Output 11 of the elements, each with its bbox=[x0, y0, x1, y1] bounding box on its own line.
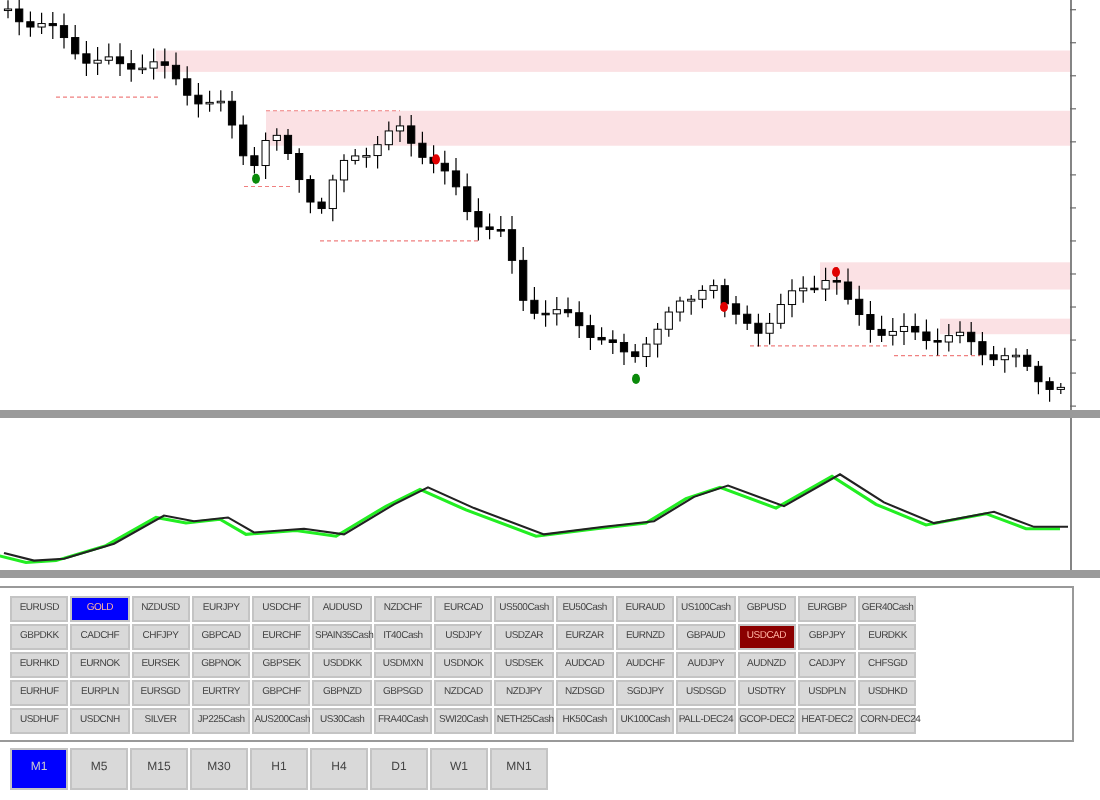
zone-band bbox=[940, 318, 1070, 335]
signal-dot bbox=[720, 301, 728, 313]
dashed-level-line bbox=[55, 96, 161, 98]
signal-dot bbox=[832, 267, 840, 278]
dashed-level-line bbox=[243, 185, 291, 188]
signal-dot bbox=[432, 154, 440, 165]
signal-dot bbox=[632, 373, 640, 384]
signal-dot bbox=[252, 173, 260, 184]
dashed-level-line bbox=[265, 110, 401, 112]
dashed-level-line bbox=[749, 345, 891, 347]
dashed-level-line bbox=[893, 355, 981, 357]
